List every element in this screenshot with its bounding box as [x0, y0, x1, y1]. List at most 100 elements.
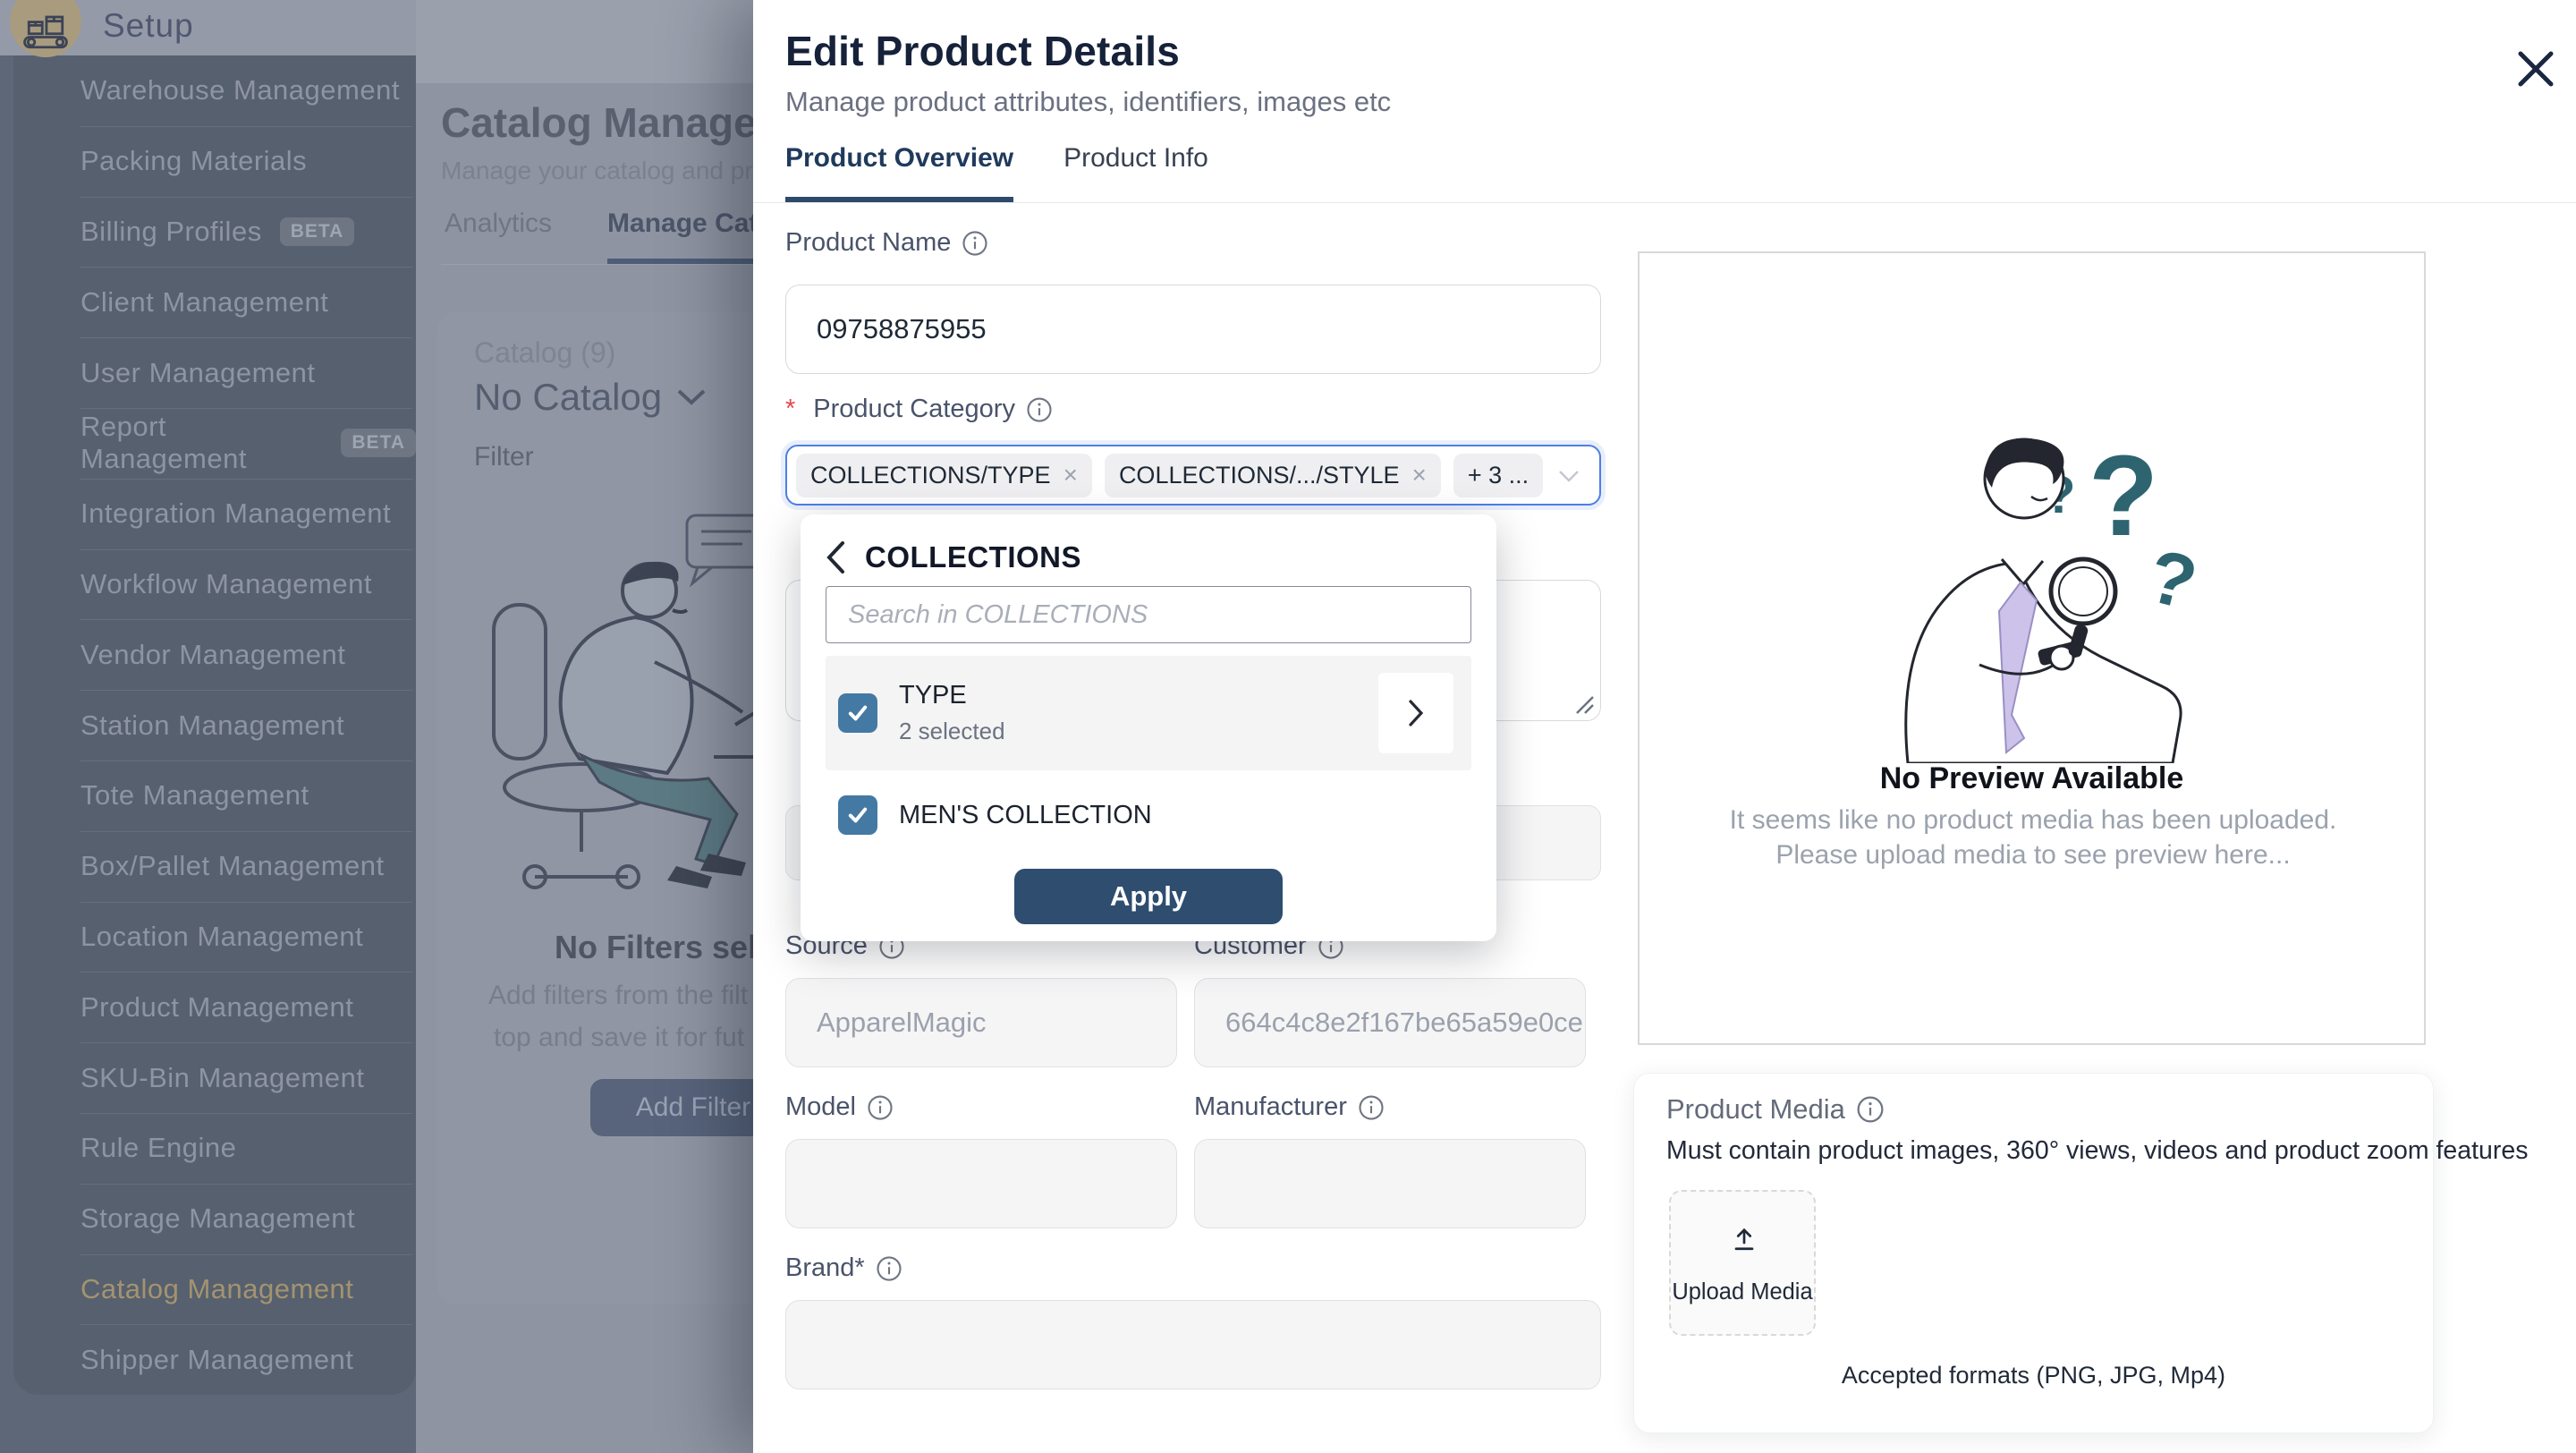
product-name-input[interactable]: 09758875955 — [785, 285, 1601, 374]
more-tags-badge[interactable]: + 3 ... — [1453, 454, 1543, 497]
info-icon — [867, 1094, 894, 1121]
sidebar-item-label: Vendor Management — [80, 639, 345, 671]
sidebar-item-label: Packing Materials — [80, 145, 307, 177]
close-icon[interactable] — [2513, 47, 2558, 91]
sidebar-item-packing-materials[interactable]: Packing Materials — [13, 126, 416, 197]
sidebar-item-label: Tote Management — [80, 779, 309, 811]
app-root: Warehouse Management Packing Materials Bil… — [0, 0, 2576, 1453]
svg-text:?: ? — [2089, 432, 2158, 560]
sidebar-item-sku-bin-management[interactable]: SKU-Bin Management — [13, 1042, 416, 1113]
model-label: Model — [785, 1092, 894, 1122]
sidebar-item-user-management[interactable]: User Management — [13, 337, 416, 408]
setup-submenu: Warehouse Management Packing Materials Bil… — [13, 55, 416, 1395]
sidebar-item-report-management[interactable]: Report ManagementBETA — [13, 408, 416, 479]
no-filters-title: No Filters sele — [555, 929, 775, 966]
option-label: TYPE — [899, 681, 1005, 710]
brand-input — [785, 1300, 1601, 1389]
sidebar-item-client-management[interactable]: Client Management — [13, 267, 416, 337]
sidebar-item-storage-management[interactable]: Storage Management — [13, 1184, 416, 1254]
product-category-label: * Product Category — [785, 395, 1053, 424]
sidebar-item-station-management[interactable]: Station Management — [13, 690, 416, 760]
person-at-desk-illustration — [447, 490, 787, 893]
product-media-title: Product Media — [1666, 1093, 1885, 1126]
no-preview-message: It seems like no product media has been … — [1729, 803, 2337, 872]
source-input: ApparelMagic — [785, 978, 1177, 1067]
expand-chevron-button[interactable] — [1378, 673, 1453, 753]
modal-tabs: Product Overview Product Info — [785, 143, 1208, 203]
sidebar-header: Setup — [0, 0, 416, 55]
chevron-left-icon[interactable] — [826, 540, 845, 574]
sidebar-item-label: Report Management — [80, 411, 323, 475]
category-tag-label: COLLECTIONS/TYPE — [810, 462, 1051, 489]
info-icon — [1856, 1095, 1885, 1124]
info-icon — [962, 230, 988, 257]
checkbox-checked[interactable] — [838, 693, 877, 733]
sidebar-item-label: Workflow Management — [80, 568, 372, 600]
upload-media-label: Upload Media — [1671, 1279, 1814, 1305]
info-icon — [876, 1255, 902, 1282]
product-category-select[interactable]: COLLECTIONS/TYPE × COLLECTIONS/.../STYLE × +… — [785, 445, 1601, 506]
page-subtitle: Manage your catalog and produc — [441, 157, 807, 185]
apply-button[interactable]: Apply — [1014, 869, 1283, 924]
sidebar-item-rule-engine[interactable]: Rule Engine — [13, 1113, 416, 1184]
chevron-down-icon — [676, 388, 707, 406]
option-men-s-collection[interactable]: MEN'S COLLECTION — [826, 783, 1471, 847]
dropdown-header: COLLECTIONS — [826, 536, 1471, 579]
sidebar-item-label: Shipper Management — [80, 1344, 353, 1376]
sidebar-item-label: Location Management — [80, 921, 363, 953]
modal-title: Edit Product Details — [785, 27, 1180, 75]
sidebar-item-box-pallet-management[interactable]: Box/Pallet Management — [13, 831, 416, 902]
conveyor-icon — [10, 0, 81, 57]
no-filters-line2: top and save it for fut — [494, 1023, 744, 1053]
remove-tag-icon[interactable]: × — [1412, 463, 1427, 488]
sidebar-title: Setup — [103, 7, 194, 45]
tab-product-info[interactable]: Product Info — [1063, 143, 1208, 203]
tab-analytics[interactable]: Analytics — [445, 208, 552, 264]
sidebar-item-billing-profiles[interactable]: Billing Profiles BETA — [13, 197, 416, 268]
sidebar-item-location-management[interactable]: Location Management — [13, 902, 416, 973]
sidebar-item-label: SKU-Bin Management — [80, 1062, 364, 1094]
resize-grip[interactable] — [1572, 692, 1595, 715]
product-preview-panel: ? ? ? No Preview Available It seems like… — [1638, 251, 2426, 1045]
sidebar-item-label: Warehouse Management — [80, 74, 400, 106]
chevron-down-icon — [1558, 470, 1580, 483]
accepted-formats: Accepted formats (PNG, JPG, Mp4) — [1634, 1362, 2433, 1389]
sidebar-item-label: Product Management — [80, 991, 353, 1024]
sidebar-item-catalog-management[interactable]: Catalog Management — [13, 1254, 416, 1325]
catalog-selector[interactable]: No Catalog — [474, 376, 707, 419]
sidebar-item-shipper-management[interactable]: Shipper Management — [13, 1324, 416, 1395]
info-icon — [1358, 1094, 1385, 1121]
tabline — [441, 264, 753, 265]
modal-subtitle: Manage product attributes, identifiers, … — [785, 86, 1391, 118]
sidebar-item-label: Rule Engine — [80, 1132, 236, 1164]
no-preview-illustration: ? ? ? — [1854, 396, 2212, 763]
sidebar-item-integration-management[interactable]: Integration Management — [13, 479, 416, 549]
search-input[interactable] — [826, 586, 1471, 643]
sidebar-item-label: Billing Profiles — [80, 216, 262, 248]
category-tag-label: COLLECTIONS/.../STYLE — [1119, 462, 1400, 489]
option-selected-count: 2 selected — [899, 718, 1005, 745]
manufacturer-label: Manufacturer — [1194, 1092, 1385, 1122]
sidebar-item-label: User Management — [80, 357, 316, 389]
sidebar-item-tote-management[interactable]: Tote Management — [13, 760, 416, 831]
beta-badge: BETA — [280, 217, 355, 246]
option-type[interactable]: TYPE 2 selected — [826, 656, 1471, 770]
brand-label: Brand* — [785, 1253, 902, 1283]
edit-product-modal: Edit Product Details Manage product attr… — [753, 0, 2576, 1453]
sidebar-item-warehouse-management[interactable]: Warehouse Management — [13, 55, 416, 126]
checkbox-checked[interactable] — [838, 795, 877, 835]
sidebar-item-label: Client Management — [80, 286, 328, 319]
category-tag: COLLECTIONS/TYPE × — [796, 454, 1092, 497]
dropdown-title: COLLECTIONS — [865, 540, 1081, 574]
sidebar-item-workflow-management[interactable]: Workflow Management — [13, 549, 416, 620]
sidebar-item-product-management[interactable]: Product Management — [13, 972, 416, 1042]
category-dropdown: COLLECTIONS TYPE 2 selected MEN'S COLLECTI… — [801, 514, 1496, 941]
remove-tag-icon[interactable]: × — [1063, 463, 1078, 488]
sidebar-item-vendor-management[interactable]: Vendor Management — [13, 619, 416, 690]
upload-media-button[interactable]: Upload Media — [1669, 1190, 1816, 1336]
page-header — [416, 0, 753, 83]
manufacturer-input — [1194, 1139, 1586, 1228]
product-media-subtitle: Must contain product images, 360° views,… — [1666, 1136, 2529, 1166]
product-media-card: Product Media Must contain product image… — [1633, 1073, 2434, 1433]
tab-product-overview[interactable]: Product Overview — [785, 143, 1013, 203]
